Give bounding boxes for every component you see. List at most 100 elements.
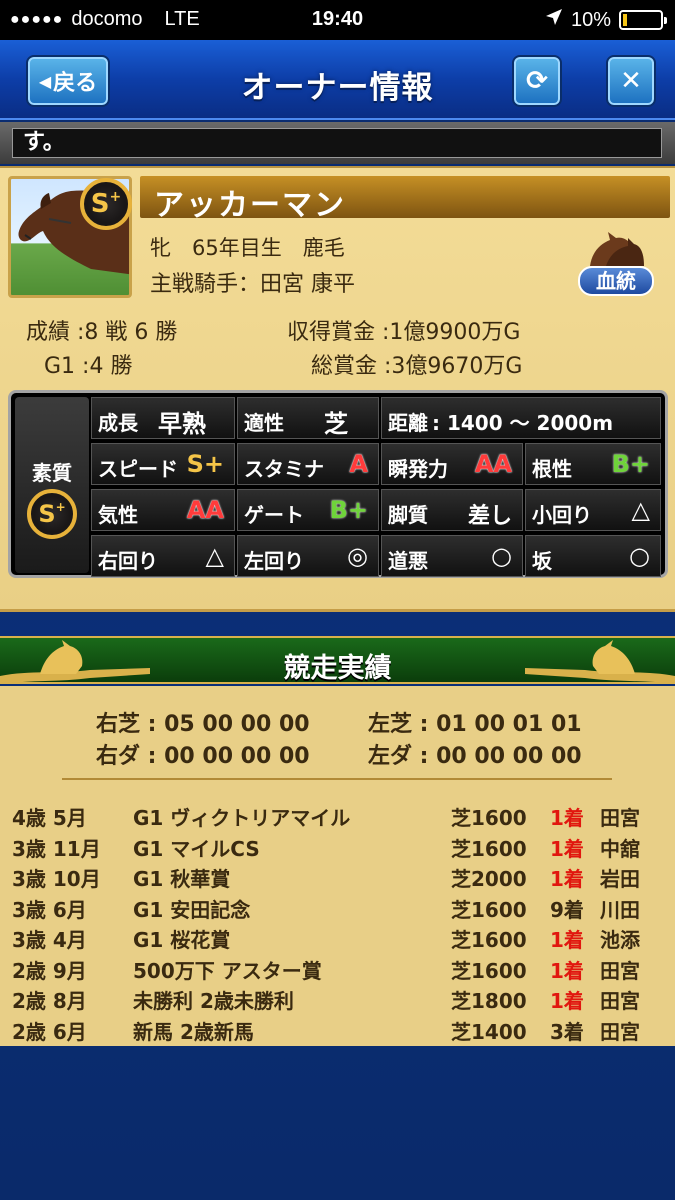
ticker-text: す。 xyxy=(12,128,662,158)
attr-speed: スピード S+ xyxy=(91,443,235,485)
attr-value: S+ xyxy=(186,450,224,478)
attr-temper: 気性 AA xyxy=(91,489,235,531)
pedigree-label: 血統 xyxy=(578,266,654,296)
race-date: 3歳 6月 xyxy=(12,897,87,922)
left-dirt-tally: 左ダ : 00 00 00 00 xyxy=(368,744,582,769)
race-name: G1 ヴィクトリアマイル xyxy=(133,806,351,830)
attr-slope: 坂 ○ xyxy=(525,535,661,577)
attr-key: 道悪 xyxy=(388,549,428,573)
attr-value: △ xyxy=(205,542,224,570)
race-record: 成績 :8 戦 6 勝 xyxy=(26,320,178,345)
attr-key: スピード xyxy=(98,457,178,481)
attr-value: AA xyxy=(474,450,512,478)
race-course: 芝1800 xyxy=(451,989,527,1013)
race-course: 芝1400 xyxy=(451,1019,527,1044)
left-turf-tally: 左芝 : 01 00 01 01 xyxy=(368,712,582,737)
aptitude-title: 素質 xyxy=(32,461,72,485)
attr-value: B+ xyxy=(329,496,368,524)
location-arrow-icon xyxy=(545,8,563,32)
page-title: オーナー情報 xyxy=(241,70,434,106)
refresh-button[interactable]: ⟳ xyxy=(512,55,562,107)
aptitude-header: 素質 S + xyxy=(15,397,89,573)
race-finish: 1着 xyxy=(550,836,584,861)
attr-value: ◎ xyxy=(347,542,368,570)
race-row: 2歳 8月 未勝利 2歳未勝利 芝1800 1着 田宮 xyxy=(0,985,675,1015)
race-date: 3歳 11月 xyxy=(12,836,101,861)
attr-key: ゲート xyxy=(244,503,304,527)
attr-value: AA xyxy=(186,496,224,524)
horse-ornament-right-icon xyxy=(525,640,675,684)
right-dirt-tally: 右ダ : 00 00 00 00 xyxy=(96,744,310,769)
race-finish: 3着 xyxy=(550,1019,584,1044)
main-jockey: 主戦騎手：田宮 康平 xyxy=(150,272,355,297)
attr-value: 差し xyxy=(467,504,512,529)
attr-key: 距離 xyxy=(388,411,428,435)
attr-right-turn: 右回り △ xyxy=(91,535,235,577)
race-name: 未勝利 2歳未勝利 xyxy=(133,989,294,1013)
race-name: 500万下 アスター賞 xyxy=(133,958,322,983)
pedigree-horses-icon xyxy=(590,232,644,266)
race-name: 新馬 2歳新馬 xyxy=(133,1019,254,1044)
news-ticker: す。 xyxy=(0,122,675,164)
race-name: G1 マイルCS xyxy=(133,836,260,861)
race-row: 2歳 6月 新馬 2歳新馬 芝1400 3着 田宮 xyxy=(0,1016,675,1046)
attr-key: 瞬発力 xyxy=(388,457,448,481)
attr-key: 根性 xyxy=(532,457,572,481)
attr-key: 気性 xyxy=(98,503,138,527)
race-date: 3歳 4月 xyxy=(12,928,87,952)
race-finish: 1着 xyxy=(550,928,584,952)
race-jockey: 田宮 xyxy=(600,806,640,830)
earned-prize: 収得賞金 :1億9900万G xyxy=(287,320,521,345)
pedigree-button[interactable]: 血統 xyxy=(576,226,656,298)
rank-letter: S xyxy=(90,189,110,219)
race-course: 芝1600 xyxy=(451,836,527,861)
race-date: 2歳 8月 xyxy=(12,989,87,1013)
close-icon: ✕ xyxy=(620,66,642,96)
total-prize: 総賞金 :3億9670万G xyxy=(311,354,523,379)
divider xyxy=(62,778,612,780)
aptitude-rank-letter: S xyxy=(38,500,56,528)
attr-left-turn: 左回り ◎ xyxy=(237,535,379,577)
attr-growth: 成長 早熟 xyxy=(91,397,235,439)
attr-distance: 距離 : 1400 〜 2000m xyxy=(381,397,661,439)
race-jockey: 田宮 xyxy=(600,1019,640,1044)
race-jockey: 池添 xyxy=(600,928,640,952)
aptitude-rank-plus: + xyxy=(55,500,66,514)
right-turf-tally: 右芝 : 05 00 00 00 xyxy=(96,712,310,737)
race-date: 3歳 10月 xyxy=(12,867,101,891)
attr-bad-track: 道悪 ○ xyxy=(381,535,523,577)
attr-key: 成長 xyxy=(98,411,138,435)
status-bar: ●●●●● docomo LTE 19:40 10% xyxy=(0,0,675,40)
race-finish: 9着 xyxy=(550,897,584,922)
attr-stamina: スタミナ A xyxy=(237,443,379,485)
attr-value: 芝 xyxy=(324,410,348,438)
horse-profile: 牝 65年目生 鹿毛 xyxy=(150,236,345,260)
race-finish: 1着 xyxy=(550,867,584,891)
attr-key: 左回り xyxy=(244,549,304,573)
aptitude-table: 素質 S + 成長 早熟 適性 芝 距離 : 1400 〜 2000m スピード … xyxy=(8,390,668,578)
race-finish: 1着 xyxy=(550,989,584,1013)
race-jockey: 中舘 xyxy=(600,836,640,861)
close-button[interactable]: ✕ xyxy=(606,55,656,107)
attr-value: ○ xyxy=(491,542,512,570)
attr-key: 脚質 xyxy=(388,503,428,527)
attr-key: 小回り xyxy=(532,503,592,527)
g1-wins: G1 :4 勝 xyxy=(44,354,133,379)
status-right: 10% xyxy=(545,8,667,32)
attr-value: △ xyxy=(631,496,650,524)
race-finish: 1着 xyxy=(550,806,584,830)
battery-icon xyxy=(619,10,667,30)
race-finish: 1着 xyxy=(550,958,584,983)
race-record-banner: 競走実績 xyxy=(0,636,675,684)
race-name: G1 秋華賞 xyxy=(133,867,231,891)
race-course: 芝2000 xyxy=(451,867,527,891)
race-row: 4歳 5月 G1 ヴィクトリアマイル 芝1600 1着 田宮 xyxy=(0,802,675,832)
race-date: 2歳 6月 xyxy=(12,1019,87,1044)
attr-tight-turns: 小回り △ xyxy=(525,489,661,531)
attr-guts: 根性 B+ xyxy=(525,443,661,485)
race-row: 3歳 4月 G1 桜花賞 芝1600 1着 池添 xyxy=(0,924,675,954)
attr-value: B+ xyxy=(611,450,650,478)
race-course: 芝1600 xyxy=(451,806,527,830)
race-jockey: 岩田 xyxy=(600,867,640,891)
race-course: 芝1600 xyxy=(451,958,527,983)
